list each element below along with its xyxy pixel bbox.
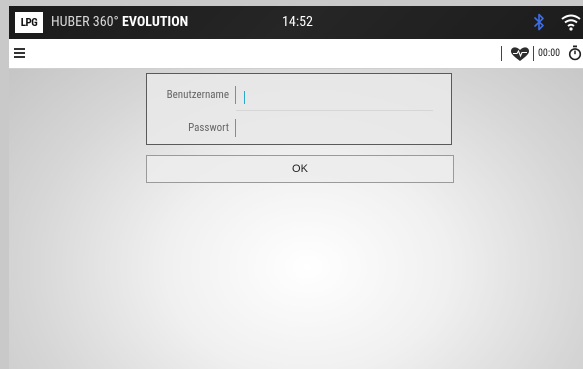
menu-icon[interactable] <box>14 48 25 58</box>
stopwatch-icon[interactable] <box>568 45 582 61</box>
wifi-icon <box>561 14 581 31</box>
username-label: Benutzername <box>166 88 229 101</box>
toolbar-divider <box>533 46 534 61</box>
field-divider <box>235 119 236 137</box>
toolbar-divider <box>501 46 502 61</box>
app-frame: LPG HUBER 360° EVOLUTION 14:52 00:00 Ben… <box>9 6 583 369</box>
toolbar: 00:00 <box>9 39 583 69</box>
ok-button[interactable]: OK <box>146 155 454 183</box>
password-input[interactable] <box>239 115 447 140</box>
app-title-model: HUBER 360° <box>51 14 119 30</box>
lpg-logo: LPG <box>15 12 43 33</box>
field-divider <box>235 86 236 104</box>
password-label: Passwort <box>188 121 229 134</box>
session-timer: 00:00 <box>538 48 561 59</box>
app-title-edition: EVOLUTION <box>121 14 189 30</box>
app-title: HUBER 360° EVOLUTION <box>51 12 188 33</box>
username-row: Benutzername <box>147 78 451 111</box>
password-row: Passwort <box>147 111 451 144</box>
status-bar: LPG HUBER 360° EVOLUTION 14:52 <box>9 6 583 39</box>
heart-rate-icon[interactable] <box>510 46 530 62</box>
bluetooth-icon <box>533 13 544 31</box>
status-clock: 14:52 <box>282 14 313 30</box>
text-caret <box>244 91 245 104</box>
username-input[interactable] <box>239 82 447 107</box>
login-form: Benutzername Passwort <box>146 73 452 145</box>
